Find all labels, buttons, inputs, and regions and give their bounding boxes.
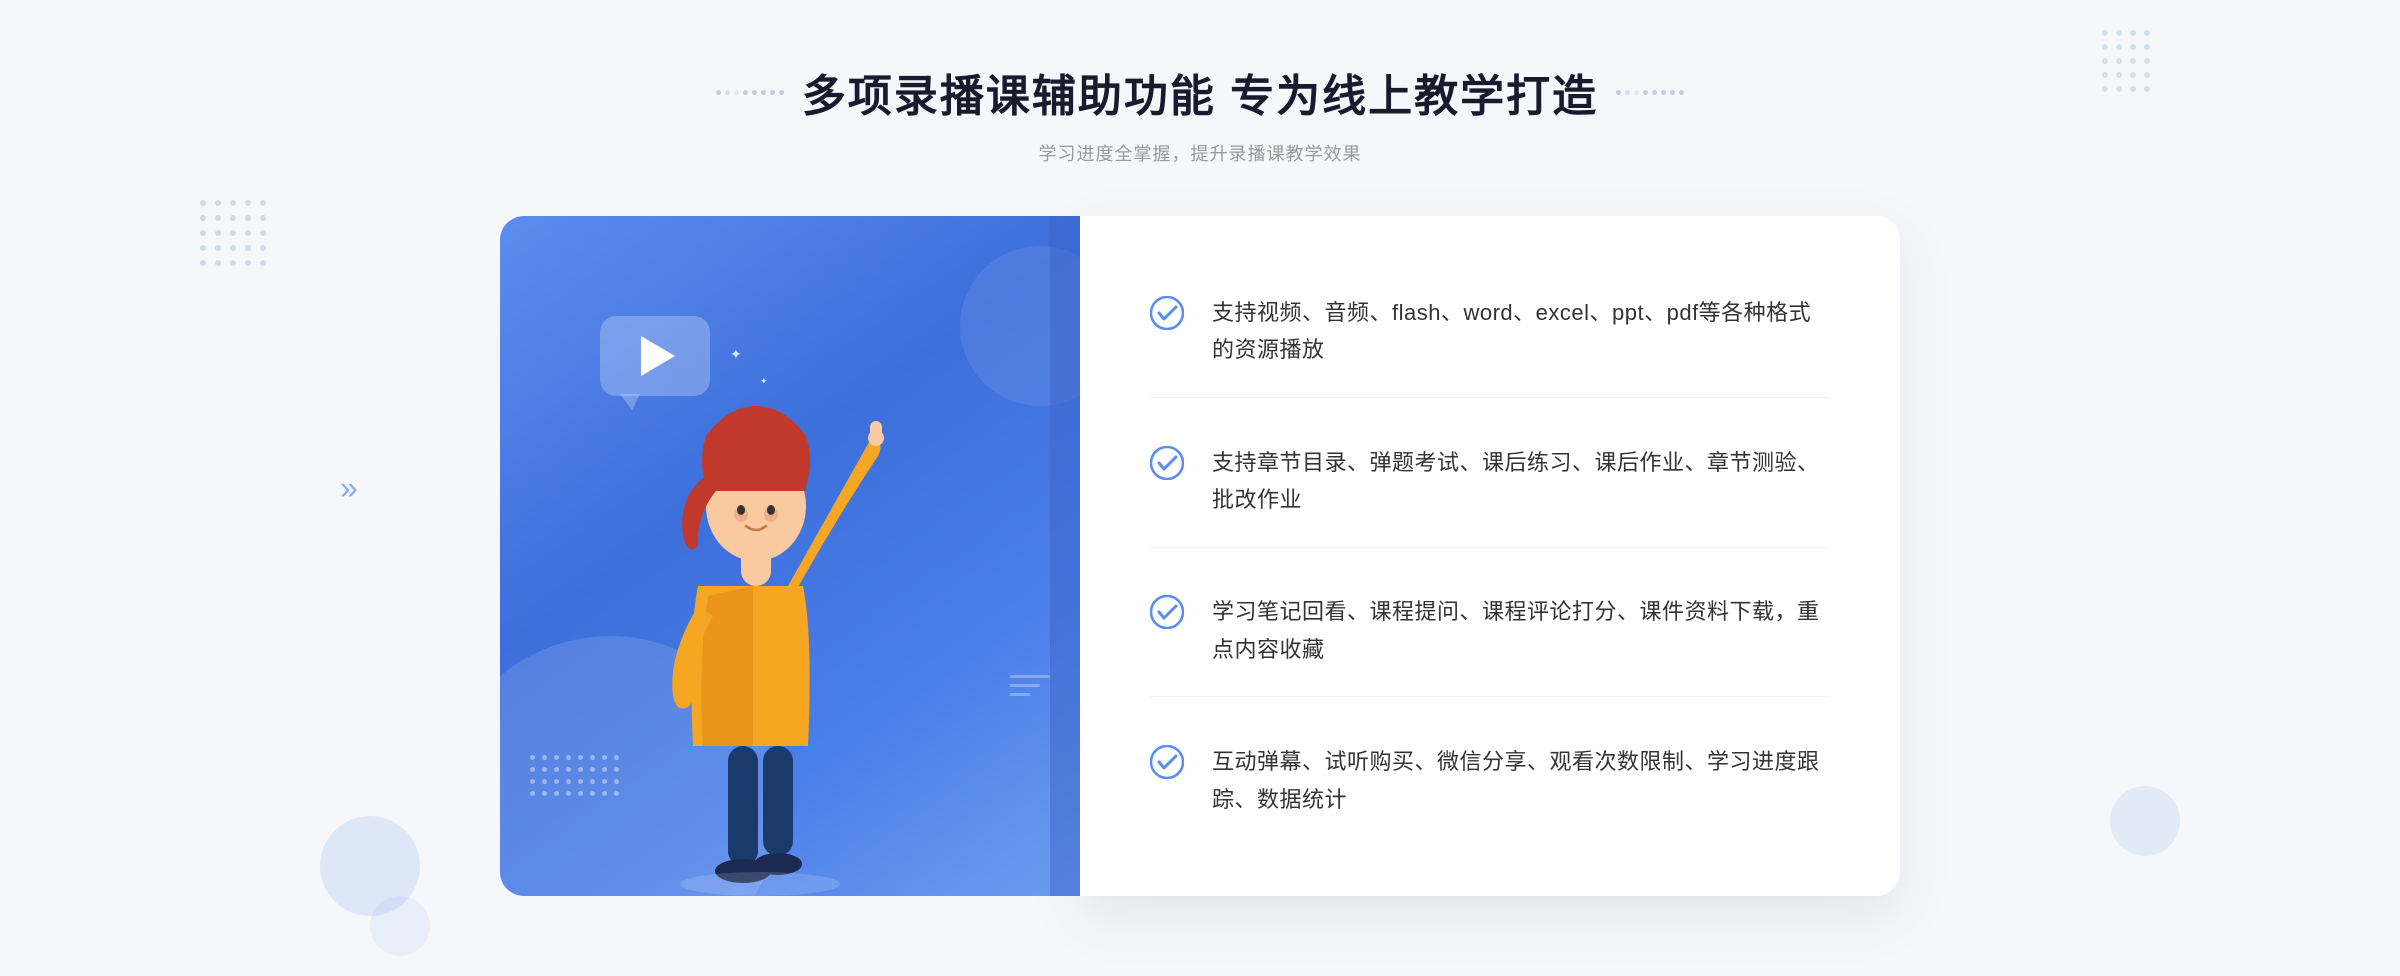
right-deco-circle [2110,786,2180,856]
feature-item-3: 学习笔记回看、课程提问、课程评论打分、课件资料下载，重点内容收藏 [1150,565,1830,697]
page-subtitle: 学习进度全掌握，提升录播课教学效果 [716,140,1684,166]
info-panel: 支持视频、音频、flash、word、excel、ppt、pdf等各种格式的资源… [1080,216,1900,896]
lines-decoration [1010,675,1050,696]
feature-item-4: 互动弹幕、试听购买、微信分享、观看次数限制、学习进度跟踪、数据统计 [1150,715,1830,846]
card-right-strip [1050,216,1080,896]
feature-text-1: 支持视频、音频、flash、word、excel、ppt、pdf等各种格式的资源… [1212,294,1830,369]
page-header: 多项录播课辅助功能 专为线上教学打造 学习进度全掌握，提升录播课教学效果 [716,60,1684,166]
person-illustration [598,316,918,896]
right-header-dots [1616,90,1684,95]
left-arrow-decoration: » [340,470,358,507]
feature-text-2: 支持章节目录、弹题考试、课后练习、课后作业、章节测验、批改作业 [1212,444,1830,519]
check-icon-2 [1150,446,1184,480]
bottom-circle-light [370,896,430,956]
page-wrapper: » 多项录播课辅助功能 专为线上教学打造 学习进度全掌握，提升录播课教学效果 [0,0,2400,976]
feature-item-1: 支持视频、音频、flash、word、excel、ppt、pdf等各种格式的资源… [1150,266,1830,398]
main-content: ✦ ✦ [400,216,2000,896]
check-icon-3 [1150,595,1184,629]
illustration-card: ✦ ✦ [500,216,1080,896]
left-side-decorative-dots [200,200,266,266]
feature-text-3: 学习笔记回看、课程提问、课程评论打分、课件资料下载，重点内容收藏 [1212,593,1830,668]
feature-text-4: 互动弹幕、试听购买、微信分享、观看次数限制、学习进度跟踪、数据统计 [1212,743,1830,818]
check-icon-4 [1150,745,1184,779]
feature-item-2: 支持章节目录、弹题考试、课后练习、课后作业、章节测验、批改作业 [1150,416,1830,548]
page-title: 多项录播课辅助功能 专为线上教学打造 [802,60,1598,124]
top-right-decorative-dots [2102,30,2150,92]
header-title-row: 多项录播课辅助功能 专为线上教学打造 [716,60,1684,124]
check-icon-1 [1150,296,1184,330]
left-header-dots [716,90,784,95]
